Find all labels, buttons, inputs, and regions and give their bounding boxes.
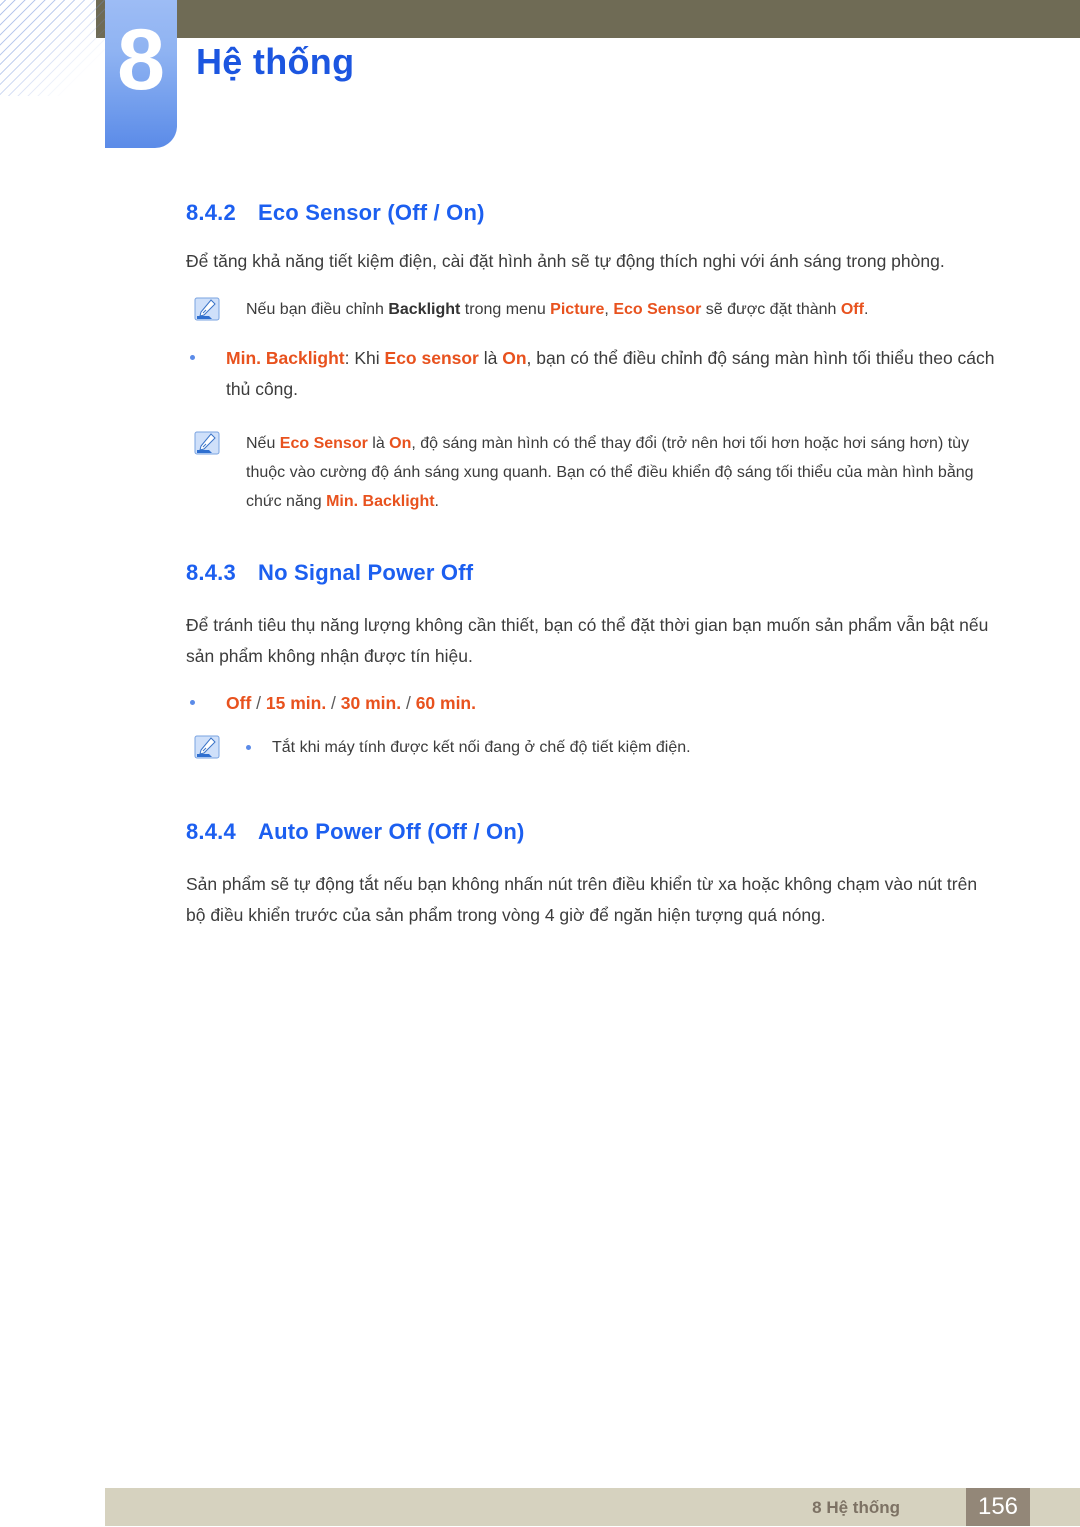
header-olive-bar: [96, 0, 1080, 38]
footer-page-number: 156: [977, 1493, 1019, 1520]
option-off: Off: [226, 693, 252, 713]
keyword-off: Off: [840, 301, 864, 318]
keyword-on: On: [389, 435, 412, 452]
section-paragraph-8-4-2: Để tăng khả năng tiết kiệm điện, cài đặt…: [186, 251, 945, 271]
note-pencil-icon: [194, 735, 220, 759]
note-text-part: .: [863, 301, 869, 318]
section-paragraph-8-4-3: Để tránh tiêu thụ năng lượng không cần t…: [186, 615, 989, 666]
note-text-eco-sensor: Nếu Eco Sensor là On, độ sáng màn hình c…: [246, 429, 1000, 516]
option-30-min: 30 min.: [340, 693, 402, 713]
option-15-min: 15 min.: [265, 693, 327, 713]
option-60-min: 60 min.: [415, 693, 476, 713]
section-number: 8.4.3: [186, 560, 236, 585]
note-text-backlight: Nếu bạn điều chỉnh Backlight trong menu …: [246, 295, 1000, 324]
bullet-text-options: Off / 15 min. / 30 min. / 60 min.: [226, 688, 1002, 719]
option-separator: /: [401, 693, 416, 713]
note-text-part: Nếu bạn điều chỉnh: [246, 301, 389, 318]
footer-bar: [105, 1488, 1080, 1526]
bullet-dot-icon: [246, 745, 251, 750]
section-heading-8-4-3: 8.4.3 No Signal Power Off: [186, 560, 1080, 586]
note-text-part: Nếu: [246, 435, 280, 452]
bullet-text-part: : Khi: [344, 348, 385, 368]
note-text-part: trong menu: [460, 301, 551, 318]
chapter-title: Hệ thống: [196, 41, 355, 82]
note-block-backlight: Nếu bạn điều chỉnh Backlight trong menu …: [194, 295, 1000, 325]
option-separator: /: [251, 693, 266, 713]
section-number: 8.4.4: [186, 819, 236, 844]
chapter-number-badge: 8: [105, 0, 177, 148]
header-hatch-decoration: [0, 0, 108, 96]
note-text-part: là: [367, 435, 390, 452]
page-content: 8.4.2 Eco Sensor (Off / On) Để tăng khả n…: [0, 200, 1080, 931]
section-heading-8-4-2: 8.4.2 Eco Sensor (Off / On): [186, 200, 1080, 226]
section-heading-8-4-4: 8.4.4 Auto Power Off (Off / On): [186, 819, 1080, 845]
section-number: 8.4.2: [186, 200, 236, 225]
note-block-eco-sensor: Nếu Eco Sensor là On, độ sáng màn hình c…: [194, 429, 1000, 516]
note-text-no-signal: Tắt khi máy tính được kết nối đang ở chế…: [272, 739, 691, 756]
section-paragraph-8-4-4: Sản phẩm sẽ tự động tắt nếu bạn không nh…: [186, 874, 978, 925]
bullet-dot-icon: [190, 355, 195, 360]
note-text-part: sẽ được đặt thành: [701, 301, 841, 318]
option-separator: /: [326, 693, 341, 713]
keyword-backlight: Backlight: [388, 301, 461, 318]
section-title: No Signal Power Off: [258, 560, 474, 585]
keyword-on: On: [502, 348, 527, 368]
keyword-min-backlight: Min. Backlight: [326, 493, 435, 510]
note-pencil-icon: [194, 297, 220, 321]
note-text-part: .: [434, 493, 439, 510]
note-text-part: ,: [604, 301, 614, 318]
note-pencil-icon: [194, 431, 220, 455]
keyword-min-backlight: Min. Backlight: [226, 348, 345, 368]
bullet-dot-icon: [190, 700, 195, 705]
keyword-picture: Picture: [550, 301, 605, 318]
bullet-min-backlight: Min. Backlight: Khi Eco sensor là On, bạ…: [186, 343, 1002, 405]
note-block-no-signal: Tắt khi máy tính được kết nối đang ở chế…: [194, 733, 1000, 763]
keyword-eco-sensor: Eco sensor: [384, 348, 479, 368]
bullet-text-min-backlight: Min. Backlight: Khi Eco sensor là On, bạ…: [226, 343, 1002, 405]
bullet-text-part: là: [478, 348, 503, 368]
bullet-no-signal-options: Off / 15 min. / 30 min. / 60 min.: [186, 688, 1002, 719]
keyword-eco-sensor: Eco Sensor: [613, 301, 702, 318]
section-title: Auto Power Off (Off / On): [258, 819, 525, 844]
keyword-eco-sensor: Eco Sensor: [279, 435, 368, 452]
footer-chapter-label: 8 Hệ thống: [812, 1498, 900, 1517]
section-title: Eco Sensor (Off / On): [258, 200, 485, 225]
